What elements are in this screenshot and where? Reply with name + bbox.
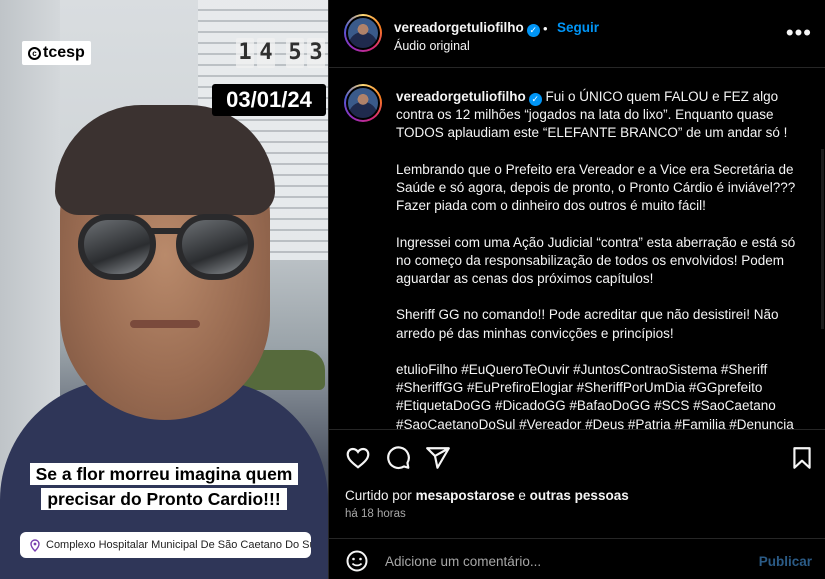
verified-icon: ✓ bbox=[526, 24, 540, 37]
comment-icon[interactable] bbox=[385, 445, 411, 471]
heart-icon[interactable] bbox=[345, 445, 371, 471]
separator-dot: • bbox=[543, 21, 548, 36]
publish-button[interactable]: Publicar bbox=[759, 554, 812, 569]
likes-conj: e bbox=[518, 488, 526, 503]
media-caption: Se a flor morreu imagina quem precisar d… bbox=[19, 462, 309, 512]
location-sticker[interactable]: Complexo Hospitalar Municipal De São Cae… bbox=[20, 532, 311, 558]
liked-by-others[interactable]: outras pessoas bbox=[530, 488, 629, 503]
bookmark-icon[interactable] bbox=[789, 445, 815, 471]
sunglasses bbox=[78, 214, 256, 286]
location-pin-icon bbox=[30, 538, 40, 552]
date-overlay: 03/01/24 bbox=[212, 84, 326, 116]
post-caption: vereadorgetuliofilho ✓ Fui o ÚNICO quem F… bbox=[396, 88, 801, 429]
liked-by-user[interactable]: mesapostarose bbox=[416, 488, 515, 503]
scrollbar[interactable] bbox=[821, 149, 824, 329]
clock-digit: 4 bbox=[257, 38, 275, 68]
clock-digit: 3 bbox=[307, 38, 325, 68]
action-bar bbox=[329, 431, 825, 491]
comment-input[interactable] bbox=[385, 550, 745, 572]
author-username[interactable]: vereadorgetuliofilho ✓ bbox=[394, 20, 540, 37]
person-mouth bbox=[130, 320, 200, 328]
post-media[interactable]: c tcesp 1 4 5 3 03/01/24 Se a flor morre… bbox=[0, 0, 328, 579]
media-caption-line1: Se a flor morreu imagina quem bbox=[29, 463, 299, 485]
follow-button[interactable]: Seguir bbox=[557, 20, 599, 35]
caption-paragraph: Sheriff GG no comando!! Pode acreditar q… bbox=[396, 307, 779, 341]
author-username-text: vereadorgetuliofilho bbox=[394, 20, 524, 35]
post-timestamp[interactable]: há 18 horas bbox=[345, 508, 406, 520]
location-text: Complexo Hospitalar Municipal De São Cae… bbox=[46, 539, 311, 551]
author-avatar[interactable] bbox=[344, 14, 382, 52]
watermark-text: tcesp bbox=[43, 44, 85, 61]
share-icon[interactable] bbox=[425, 445, 451, 471]
audio-label[interactable]: Áudio original bbox=[394, 39, 470, 53]
likes-prefix: Curtido por bbox=[345, 488, 412, 503]
post-header: vereadorgetuliofilho ✓ • Seguir Áudio ori… bbox=[329, 0, 825, 68]
more-options-icon[interactable]: ••• bbox=[786, 22, 812, 44]
caption-avatar[interactable] bbox=[344, 84, 382, 122]
media-caption-line2: precisar do Pronto Cardio!!! bbox=[41, 488, 287, 510]
clock-digit: 5 bbox=[286, 38, 304, 68]
clock-overlay: 1 4 5 3 bbox=[236, 38, 325, 68]
post-panel: vereadorgetuliofilho ✓ • Seguir Áudio ori… bbox=[328, 0, 825, 579]
watermark-badge: c tcesp bbox=[22, 41, 91, 65]
caption-hashtags[interactable]: etulioFilho #EuQueroTeOuvir #JuntosContr… bbox=[396, 361, 801, 429]
caption-scroll-area[interactable]: vereadorgetuliofilho ✓ Fui o ÚNICO quem F… bbox=[329, 69, 825, 430]
comment-composer: Publicar bbox=[329, 538, 825, 579]
verified-icon: ✓ bbox=[528, 93, 542, 106]
clock-digit: 1 bbox=[236, 38, 254, 68]
emoji-icon[interactable] bbox=[345, 549, 369, 573]
copyright-icon: c bbox=[28, 46, 41, 60]
likes-summary: Curtido por mesapostarose e outras pesso… bbox=[345, 488, 629, 503]
caption-paragraph: Ingressei com uma Ação Judicial “contra”… bbox=[396, 234, 796, 286]
caption-paragraph: Lembrando que o Prefeito era Vereador e … bbox=[396, 161, 796, 214]
caption-username[interactable]: vereadorgetuliofilho ✓ bbox=[396, 89, 542, 106]
caption-paragraph: vereadorgetuliofilho ✓ Fui o ÚNICO quem F… bbox=[396, 88, 801, 143]
